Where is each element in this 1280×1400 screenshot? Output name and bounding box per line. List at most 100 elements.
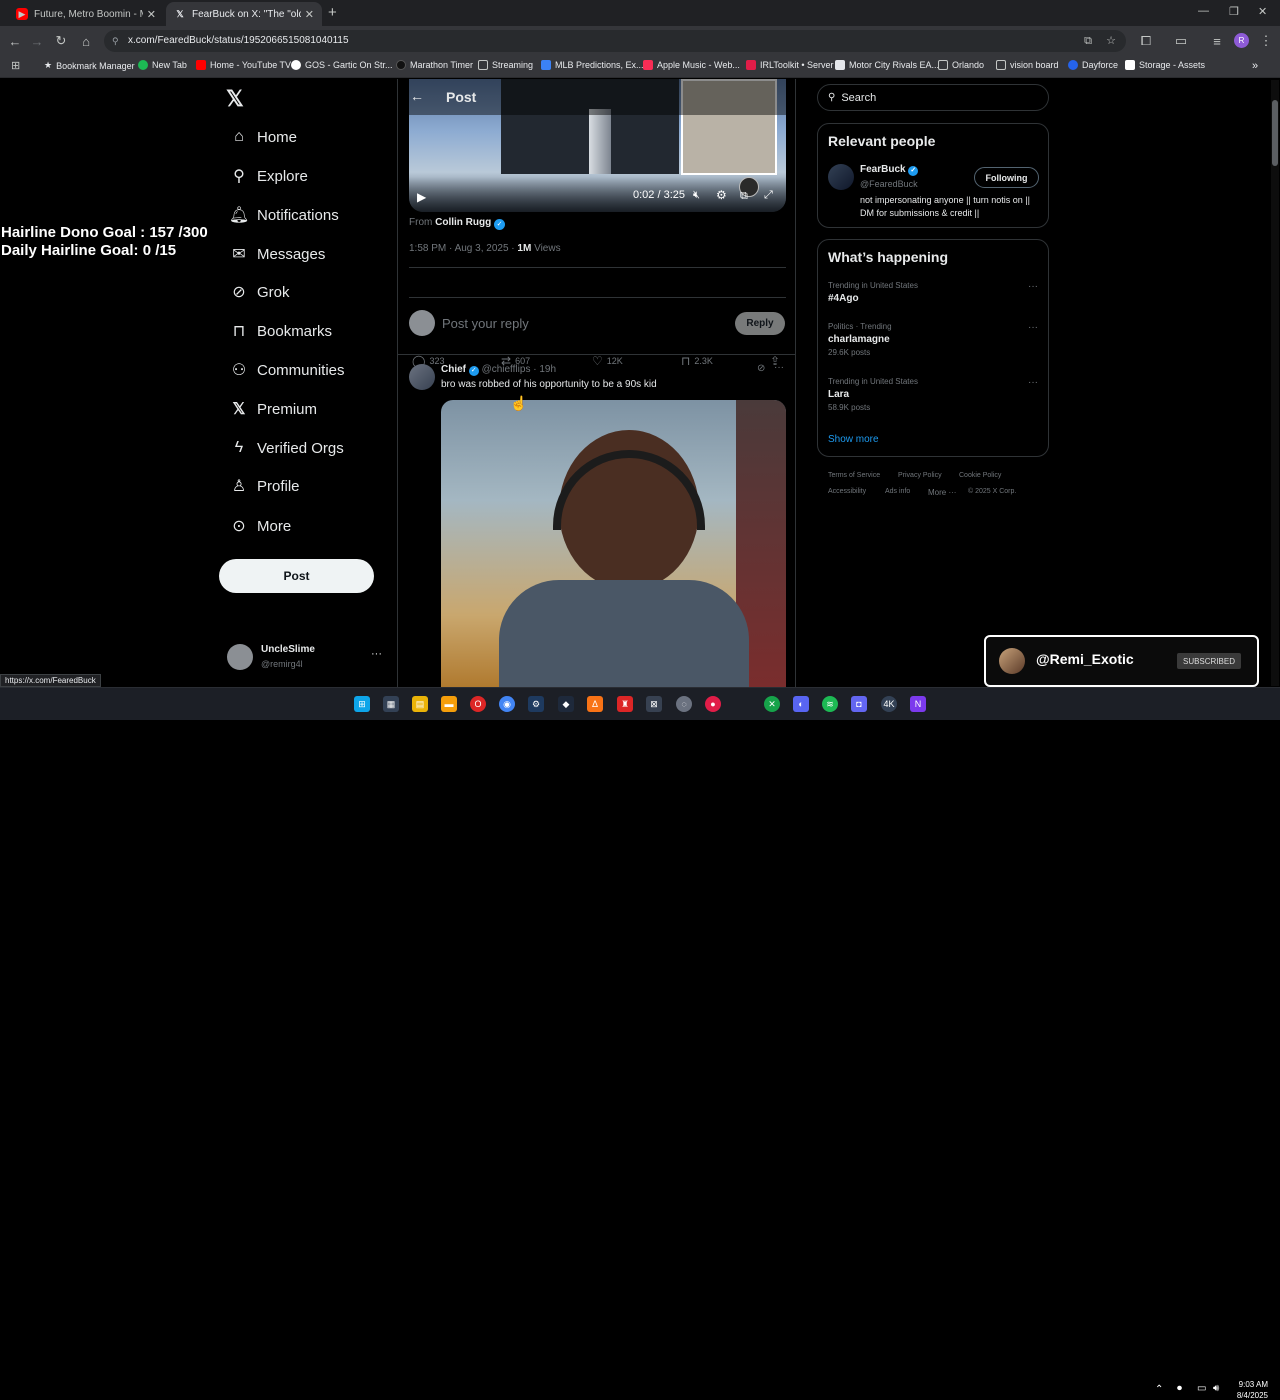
opera-icon[interactable]: O <box>470 696 486 712</box>
reply-author-name[interactable]: Chief <box>441 364 466 375</box>
app-icon[interactable]: ⊠ <box>646 696 662 712</box>
person-name[interactable]: FearBuck ✓ <box>860 164 919 176</box>
restore-icon[interactable]: ❐ <box>1229 5 1239 18</box>
close-window-icon[interactable]: ✕ <box>1258 5 1267 18</box>
forward-icon[interactable]: → <box>28 32 46 50</box>
new-tab-icon[interactable]: + <box>328 4 337 21</box>
start-icon[interactable]: ⊞ <box>354 696 370 712</box>
steam-icon[interactable]: ⚙ <box>528 696 544 712</box>
nav-notifications[interactable]: 🔔︎ Notifications <box>228 201 339 229</box>
trend-item[interactable]: Trending in United States Lara 58.9K pos… <box>828 377 1040 412</box>
obs-icon[interactable]: ● <box>705 696 721 712</box>
media-controls-icon[interactable]: ≡ <box>1208 32 1226 50</box>
footer-link[interactable]: Cookie Policy <box>959 472 1001 479</box>
volume-icon[interactable]: 🔊︎ <box>1213 1383 1219 1394</box>
x-logo-icon[interactable]: 𝕏 <box>226 86 244 112</box>
bookmark-folder[interactable]: Streaming <box>478 60 533 70</box>
nav-premium[interactable]: 𝕏 Premium <box>228 395 317 423</box>
nav-more[interactable]: ⊙ More <box>228 512 291 540</box>
more-icon[interactable]: ··· <box>774 362 784 373</box>
more-bookmarks-icon[interactable]: » <box>1252 60 1258 72</box>
home-icon[interactable]: ⌂ <box>77 32 95 50</box>
app-4k-icon[interactable]: 4K <box>881 696 897 712</box>
grok-explain-icon[interactable]: ⊘ <box>757 363 765 374</box>
app-icon[interactable]: ◌ <box>676 696 692 712</box>
footer-link[interactable]: Accessibility <box>828 488 866 495</box>
following-button[interactable]: Following <box>974 167 1039 188</box>
app-icon[interactable]: ♜ <box>617 696 633 712</box>
bookmark-item[interactable]: New Tab <box>138 60 187 70</box>
app-icon[interactable]: Δ <box>587 696 603 712</box>
url-input[interactable]: ⚲ x.com/FearedBuck/status/19520665150810… <box>104 30 1126 52</box>
footer-more-link[interactable]: More ··· <box>928 488 956 497</box>
play-icon[interactable]: ▶ <box>417 190 426 204</box>
show-more-link[interactable]: Show more <box>828 434 879 445</box>
tray-overflow-icon[interactable]: ⌃ <box>1155 1384 1163 1395</box>
reply-author-handle[interactable]: @chiefflips <box>482 364 531 375</box>
more-icon[interactable]: ··· <box>1028 322 1038 333</box>
nav-profile[interactable]: ♙ Profile <box>228 472 300 500</box>
account-switcher[interactable]: UncleSlime @remirg4l ··· <box>226 642 396 674</box>
bookmark-item[interactable]: IRLToolkit • Server <box>746 60 834 70</box>
nav-communities[interactable]: ⚇ Communities <box>228 356 345 384</box>
avatar[interactable] <box>828 164 854 190</box>
extensions-icon[interactable]: ⧠ <box>1137 32 1155 50</box>
reload-icon[interactable]: ↻ <box>52 32 70 50</box>
bookmark-item[interactable]: Marathon Timer <box>396 60 473 70</box>
close-tab-icon[interactable]: ✕ <box>147 8 156 21</box>
more-icon[interactable]: ··· <box>1028 377 1038 388</box>
app-icon[interactable]: ◘ <box>851 696 867 712</box>
source-name[interactable]: Collin Rugg <box>435 217 491 228</box>
bookmark-folder[interactable]: Orlando <box>938 60 984 70</box>
bookmark-item[interactable]: Dayforce <box>1068 60 1118 70</box>
task-view-icon[interactable]: ▦ <box>383 696 399 712</box>
scrollbar-thumb[interactable] <box>1272 100 1278 166</box>
minimize-icon[interactable]: — <box>1198 5 1209 17</box>
trend-item[interactable]: Politics · Trending charlamagne 29.6K po… <box>828 322 1040 357</box>
bookmark-item[interactable]: Apple Music - Web... <box>643 60 740 70</box>
nav-home[interactable]: ⌂ Home <box>228 123 297 151</box>
notes-app-icon[interactable]: ▤ <box>412 696 428 712</box>
pip-icon[interactable]: ⧉ <box>740 190 748 203</box>
footer-link[interactable]: Privacy Policy <box>898 472 942 479</box>
network-icon[interactable]: ▭ <box>1197 1383 1206 1394</box>
bookmark-item[interactable]: Motor City Rivals EA... <box>835 60 939 70</box>
scrollbar[interactable] <box>1271 80 1279 686</box>
apps-grid-icon[interactable]: ⊞ <box>11 59 20 72</box>
site-info-icon[interactable]: ⚲ <box>112 30 119 52</box>
reply-input[interactable]: Post your reply <box>442 316 529 331</box>
more-icon[interactable]: ··· <box>371 648 382 660</box>
settings-gear-icon[interactable]: ⚙ <box>716 188 727 202</box>
trend-item[interactable]: Trending in United States #4Ago ··· <box>828 281 1040 304</box>
spotify-icon[interactable]: ≋ <box>822 696 838 712</box>
search-input[interactable]: ⚲ Search <box>817 84 1049 111</box>
browser-menu-icon[interactable]: ⋮ <box>1257 32 1275 50</box>
avatar[interactable] <box>409 364 435 390</box>
nav-explore[interactable]: ⚲ Explore <box>228 162 308 190</box>
nav-messages[interactable]: ✉ Messages <box>228 240 325 268</box>
reply-video-media[interactable] <box>441 400 786 687</box>
footer-link[interactable]: Terms of Service <box>828 472 880 479</box>
app-icon[interactable]: N <box>910 696 926 712</box>
chrome-icon[interactable]: ◉ <box>499 696 515 712</box>
nav-verified-orgs[interactable]: ϟ Verified Orgs <box>228 434 344 462</box>
profile-avatar-icon[interactable]: R <box>1234 33 1249 48</box>
bookmark-folder[interactable]: vision board <box>996 60 1059 70</box>
bookmark-star-icon[interactable]: ☆ <box>1106 30 1116 52</box>
reply-button[interactable]: Reply <box>735 312 785 335</box>
mute-icon[interactable]: 🔇︎ <box>693 189 700 202</box>
install-app-icon[interactable]: ⧉ <box>1084 30 1092 52</box>
close-tab-icon[interactable]: ✕ <box>305 8 314 21</box>
bookmark-item[interactable]: MLB Predictions, Ex... <box>541 60 644 70</box>
side-panel-icon[interactable]: ▭ <box>1172 32 1190 50</box>
browser-tab-x[interactable]: 𝕏 FearBuck on X: "The "oldest bab ✕ <box>166 2 322 26</box>
bookmark-item[interactable]: ★ Bookmark Manager <box>44 60 135 71</box>
nav-grok[interactable]: ⊘ Grok <box>228 278 289 306</box>
bookmark-item[interactable]: GOS - Gartic On Str... <box>291 60 393 70</box>
back-arrow-icon[interactable]: ← <box>410 88 424 104</box>
file-explorer-icon[interactable]: ▬ <box>441 696 457 712</box>
bookmark-item[interactable]: Home - YouTube TV <box>196 60 291 70</box>
xbox-icon[interactable]: ✕ <box>764 696 780 712</box>
footer-link[interactable]: Ads info <box>885 488 910 495</box>
post-button[interactable]: Post <box>219 559 374 593</box>
